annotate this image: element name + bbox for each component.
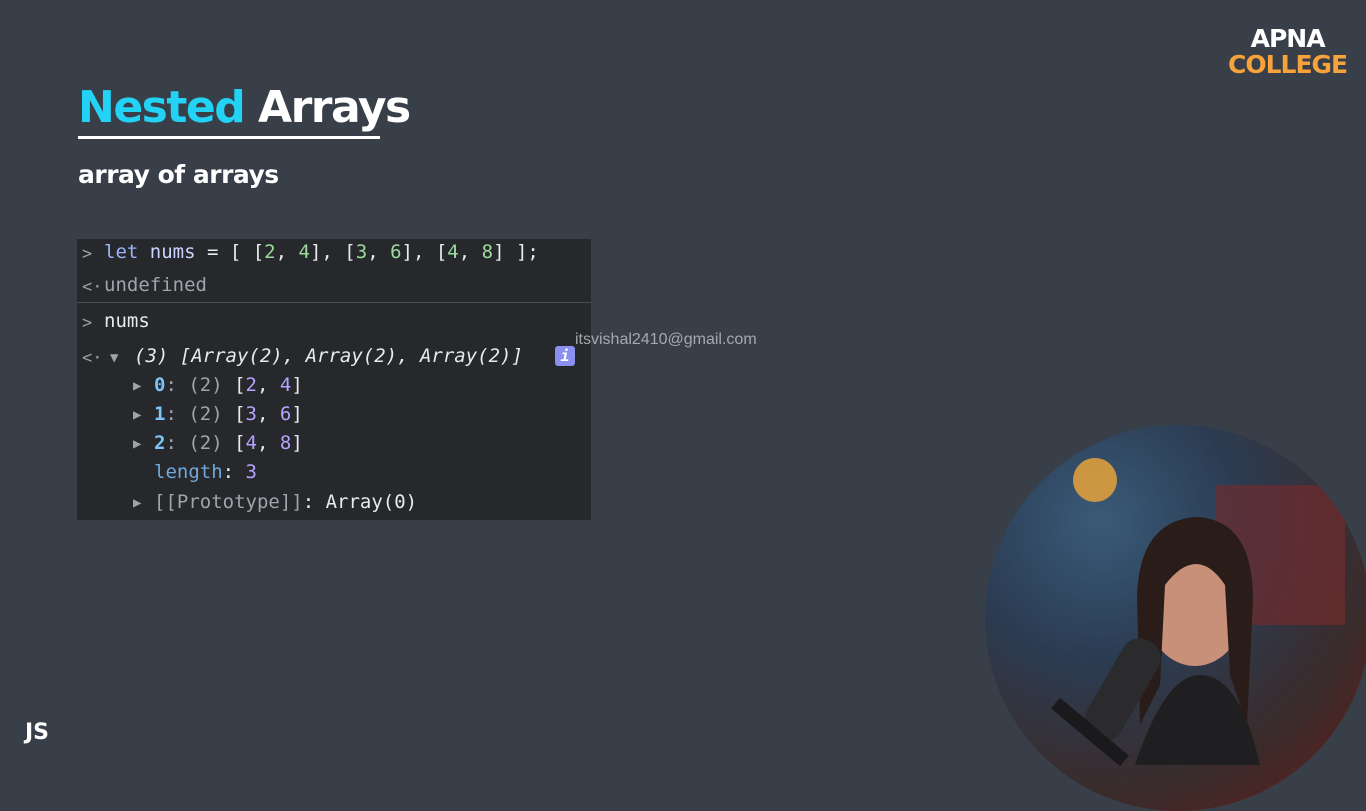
- code-token: = [ [: [195, 241, 265, 263]
- expand-triangle-right-icon[interactable]: ▶: [133, 407, 141, 423]
- code-token: ,: [458, 241, 482, 263]
- expand-triangle-right-icon[interactable]: ▶: [133, 495, 141, 511]
- input-prompt-icon: >: [82, 244, 93, 264]
- expand-triangle-right-icon[interactable]: ▶: [133, 378, 141, 394]
- item-bracket: [: [234, 374, 246, 396]
- item-value: 6: [279, 403, 292, 425]
- item-sep: ,: [257, 374, 280, 396]
- item-sep: ,: [257, 432, 280, 454]
- code-number: 3: [355, 241, 368, 263]
- code-number: 4: [298, 241, 310, 263]
- console-output-undefined: undefined: [104, 274, 207, 296]
- item-value: 8: [279, 432, 292, 454]
- output-return-icon: <·: [82, 277, 103, 297]
- code-number: 6: [390, 241, 402, 263]
- code-token: ,: [367, 241, 391, 263]
- item-key: 0: [154, 374, 166, 396]
- code-number: 2: [264, 241, 276, 263]
- prototype-row[interactable]: [[Prototype]]: Array(0): [154, 491, 417, 513]
- item-value: 3: [245, 403, 257, 425]
- expand-triangle-down-icon[interactable]: ▼: [110, 350, 118, 366]
- array-item-row[interactable]: 1: (2) [3, 6]: [154, 403, 303, 425]
- length-colon: :: [222, 461, 246, 483]
- item-key: 2: [154, 432, 166, 454]
- array-item-row[interactable]: 2: (2) [4, 8]: [154, 432, 303, 454]
- item-bracket: [: [234, 403, 246, 425]
- length-value: 3: [245, 461, 257, 483]
- output-return-icon: <·: [82, 348, 103, 368]
- devtools-console: > let nums = [ [2, 4], [3, 6], [4, 8] ];…: [77, 239, 591, 520]
- slide-title-wrap: Nested Arrays: [78, 78, 411, 139]
- array-count: (3): [134, 345, 169, 367]
- title-rest: Arrays: [244, 82, 411, 133]
- item-value: 2: [245, 374, 257, 396]
- prototype-key: [[Prototype]]: [154, 491, 303, 513]
- item-value: 4: [245, 432, 257, 454]
- info-icon[interactable]: i: [555, 346, 575, 366]
- item-bracket: [: [234, 432, 246, 454]
- presenter-webcam-video: [985, 425, 1366, 811]
- slide-subtitle: array of arrays: [78, 160, 279, 189]
- item-sep: ,: [257, 403, 280, 425]
- code-number: 8: [481, 241, 494, 263]
- item-key: 1: [154, 403, 166, 425]
- item-meta: : (2): [165, 432, 235, 454]
- title-highlight: Nested: [78, 82, 246, 133]
- item-bracket: ]: [291, 374, 303, 396]
- js-corner-label: JS: [25, 720, 50, 745]
- length-row: length: 3: [154, 461, 257, 483]
- item-meta: : (2): [165, 403, 235, 425]
- code-keyword: let: [104, 241, 139, 263]
- item-value: 4: [279, 374, 292, 396]
- email-watermark: itsvishal2410@gmail.com: [575, 331, 757, 348]
- array-summary[interactable]: (3) [Array(2), Array(2), Array(2)]: [134, 345, 523, 367]
- code-token: ], [: [309, 241, 356, 263]
- code-token: ,: [275, 241, 299, 263]
- console-divider: [77, 302, 591, 303]
- logo-line2: COLLEGE: [1228, 50, 1348, 79]
- logo-line1: APNA: [1250, 24, 1326, 53]
- item-bracket: ]: [291, 432, 303, 454]
- code-variable: nums: [138, 241, 196, 263]
- code-token: ], [: [401, 241, 448, 263]
- code-number: 4: [447, 241, 459, 263]
- code-token: ] ];: [493, 241, 539, 263]
- console-input-line: let nums = [ [2, 4], [3, 6], [4, 8] ];: [104, 241, 539, 263]
- array-item-row[interactable]: 0: (2) [2, 4]: [154, 374, 303, 396]
- length-key: length: [154, 461, 223, 483]
- expand-triangle-right-icon[interactable]: ▶: [133, 436, 141, 452]
- slide-title: Nested Arrays: [78, 78, 411, 138]
- prototype-value: : Array(0): [302, 491, 418, 513]
- console-input-nums: nums: [104, 310, 150, 332]
- input-prompt-icon: >: [82, 313, 93, 333]
- item-bracket: ]: [291, 403, 303, 425]
- presenter-illustration: [1051, 458, 1345, 767]
- apna-college-logo: APNA COLLEGE: [1228, 24, 1348, 79]
- array-summary-text: [Array(2), Array(2), Array(2)]: [168, 345, 523, 367]
- item-meta: : (2): [165, 374, 235, 396]
